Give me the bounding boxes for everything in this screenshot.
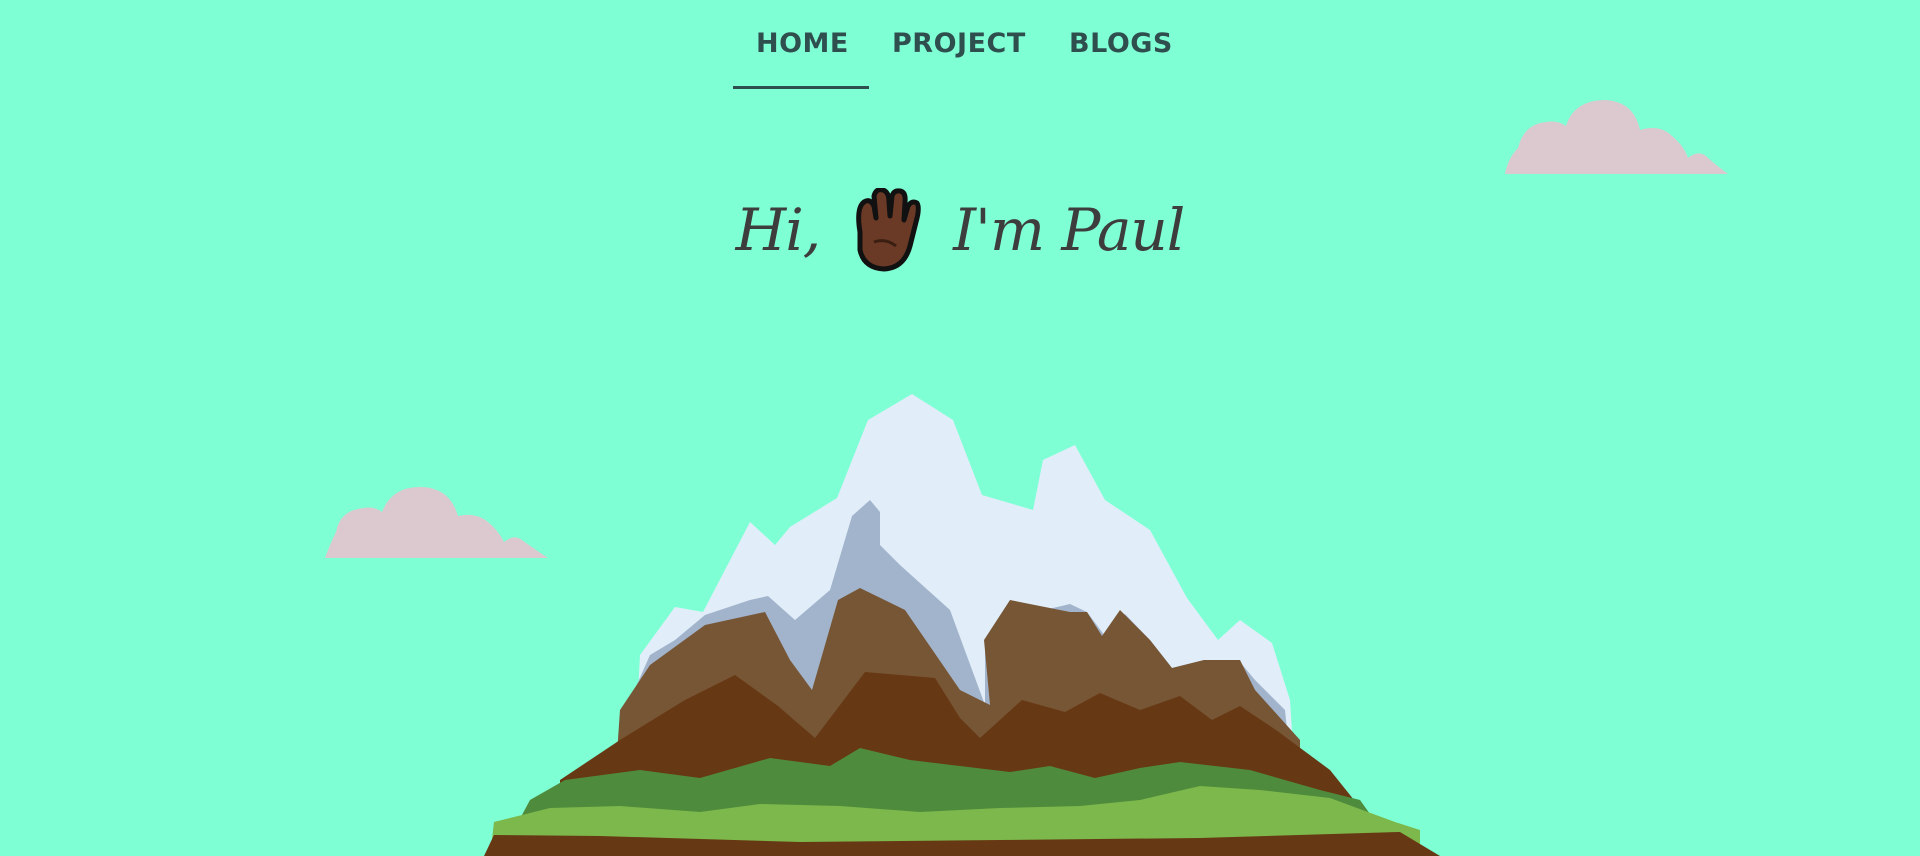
mountain-illustration xyxy=(484,394,1440,856)
